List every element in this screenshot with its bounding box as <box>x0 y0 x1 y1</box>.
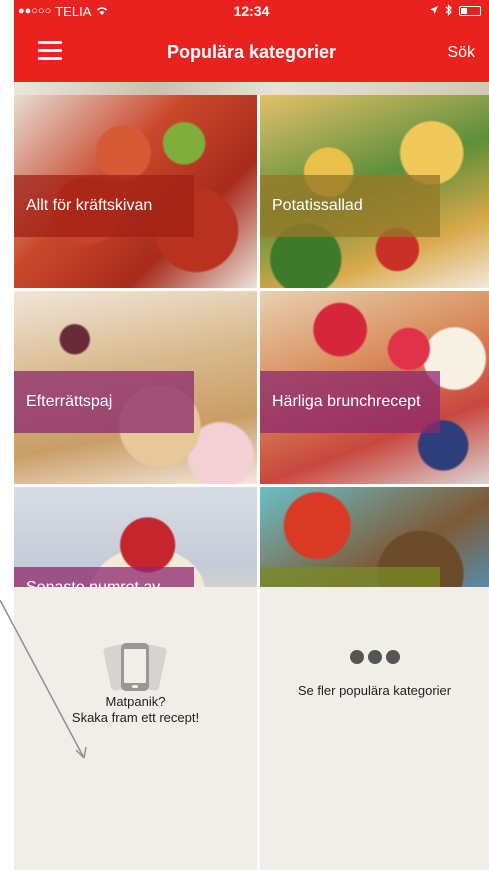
previous-tile-strip <box>14 82 489 95</box>
shake-recipe-button[interactable]: Matpanik? Skaka fram ett recept! <box>14 587 257 870</box>
battery-icon <box>459 6 481 16</box>
shake-subtitle: Skaka fram ett recept! <box>71 710 200 725</box>
category-tile-brunch[interactable]: Härliga brunchrecept <box>260 291 489 484</box>
location-arrow-icon <box>429 4 439 18</box>
bluetooth-icon <box>445 3 453 19</box>
category-label: Härliga brunchrecept <box>260 371 440 433</box>
category-tile-kraftskivan[interactable]: Allt för kräftskivan <box>14 95 257 288</box>
bottom-actions: Matpanik? Skaka fram ett recept! Se fler… <box>14 587 489 870</box>
nav-bar: Populära kategorier Sök <box>14 22 489 82</box>
category-tile-efterrattspaj[interactable]: Efterrättspaj <box>14 291 257 484</box>
clock: 12:34 <box>233 3 270 19</box>
more-dots-icon <box>260 650 489 664</box>
phone-shake-icon <box>102 642 168 692</box>
status-bar: ●●○○○ TELIA 12:34 <box>14 0 489 22</box>
status-right <box>429 3 481 19</box>
category-label: Efterrättspaj <box>14 371 194 433</box>
page-title: Populära kategorier <box>166 42 337 62</box>
shake-title: Matpanik? <box>105 694 166 709</box>
more-categories-button[interactable]: Se fler populära kategorier <box>260 587 489 870</box>
search-button[interactable]: Sök <box>447 44 475 62</box>
category-label: Allt för kräftskivan <box>14 175 194 237</box>
more-categories-label: Se fler populära kategorier <box>297 683 452 698</box>
category-label: Potatissallad <box>260 175 440 237</box>
category-tile-potatissallad[interactable]: Potatissallad <box>260 95 489 288</box>
